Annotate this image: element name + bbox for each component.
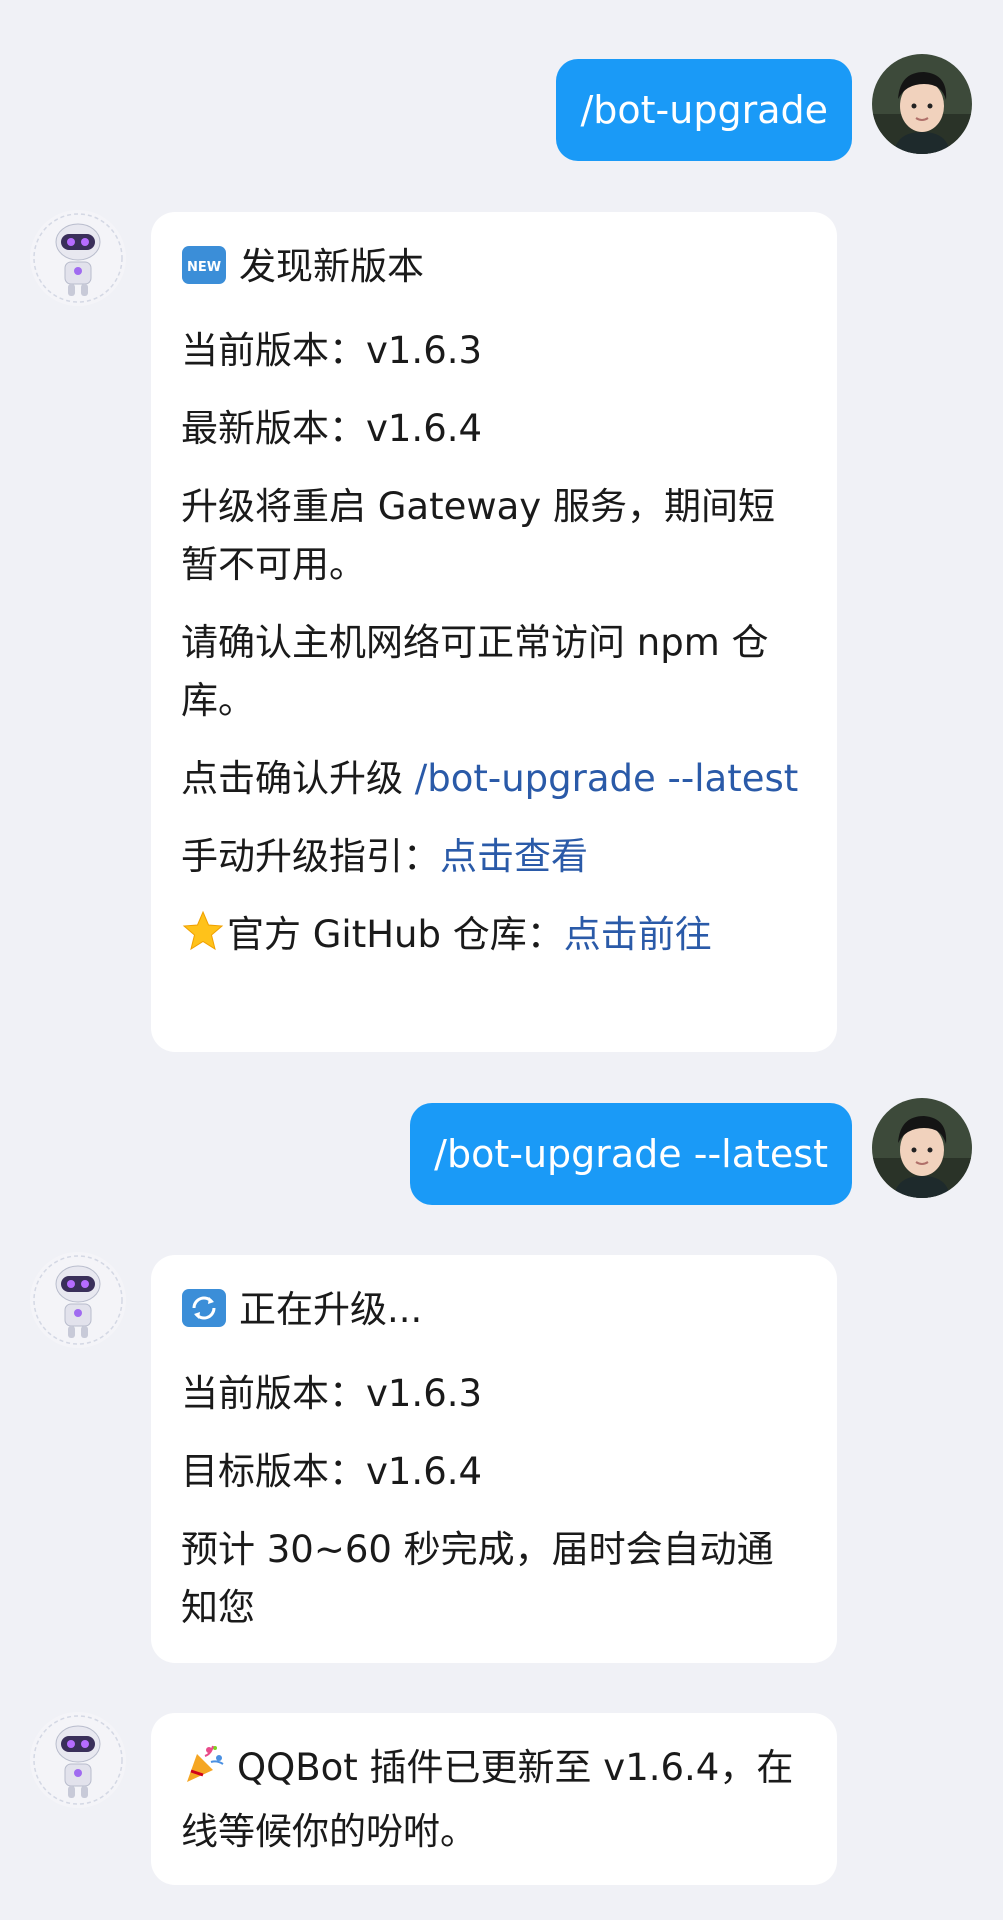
- bot-message-bubble[interactable]: 正在升级... 当前版本：v1.6.3 目标版本：v1.6.4 预计 30~60…: [151, 1255, 837, 1663]
- user-message-bubble[interactable]: /bot-upgrade: [556, 59, 852, 161]
- refresh-icon: [181, 1287, 227, 1345]
- current-version: 当前版本：v1.6.3: [181, 329, 483, 372]
- star-icon: [181, 909, 225, 970]
- svg-text:NEW: NEW: [187, 260, 221, 275]
- manual-guide-link[interactable]: 点击查看: [440, 835, 588, 878]
- user-avatar[interactable]: [872, 1098, 972, 1198]
- new-badge-icon: NEW: [181, 244, 227, 302]
- updated-notice: QQBot 插件已更新至 v1.6.4，在线等候你的吩咐。: [181, 1739, 805, 1861]
- bot-avatar[interactable]: [28, 1710, 128, 1810]
- user-message-bubble[interactable]: /bot-upgrade --latest: [410, 1103, 852, 1205]
- confirm-upgrade-line: 点击确认升级 /bot-upgrade --latest: [181, 757, 799, 800]
- confirm-upgrade-link[interactable]: /bot-upgrade --latest: [415, 757, 798, 800]
- user-message-text: /bot-upgrade: [580, 88, 828, 132]
- manual-guide-line: 手动升级指引：点击查看: [181, 835, 588, 878]
- current-version: 当前版本：v1.6.3: [181, 1372, 483, 1415]
- user-message-text: /bot-upgrade --latest: [434, 1132, 828, 1176]
- latest-version: 最新版本：v1.6.4: [181, 407, 483, 450]
- bot-avatar[interactable]: [28, 208, 128, 308]
- party-popper-icon: [181, 1742, 225, 1803]
- network-notice: 请确认主机网络可正常访问 npm 仓库。: [181, 621, 769, 722]
- github-link[interactable]: 点击前往: [564, 913, 712, 956]
- upgrading-title: 正在升级...: [181, 1281, 805, 1345]
- eta-notice: 预计 30~60 秒完成，届时会自动通知您: [181, 1528, 774, 1629]
- bot-message-bubble[interactable]: QQBot 插件已更新至 v1.6.4，在线等候你的吩咐。: [151, 1713, 837, 1885]
- bot-message-bubble[interactable]: NEW 发现新版本 当前版本：v1.6.3 最新版本：v1.6.4 升级将重启 …: [151, 212, 837, 1052]
- user-avatar[interactable]: [872, 54, 972, 154]
- update-title: NEW 发现新版本: [181, 238, 805, 302]
- github-line: 官方 GitHub 仓库：点击前往: [181, 906, 805, 970]
- target-version: 目标版本：v1.6.4: [181, 1450, 483, 1493]
- bot-avatar[interactable]: [28, 1250, 128, 1350]
- restart-notice: 升级将重启 Gateway 服务，期间短暂不可用。: [181, 485, 775, 586]
